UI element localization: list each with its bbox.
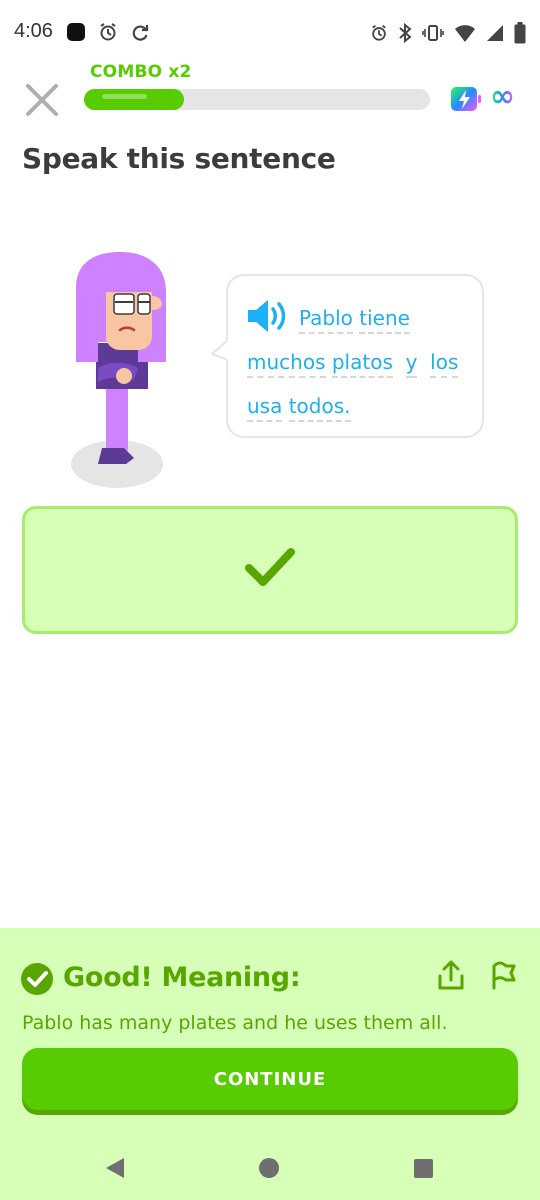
sentence-word[interactable]: los: [430, 350, 459, 378]
app-notification-icon: [66, 22, 86, 46]
sentence-word[interactable]: platos: [331, 350, 393, 378]
sync-icon: [130, 22, 150, 46]
vibrate-icon: [422, 23, 444, 47]
progress-fill: [84, 89, 184, 110]
sentence-word[interactable]: usa: [247, 394, 283, 422]
sentence-text: Pablo tiene muchos platos y los usa todos.: [247, 296, 477, 428]
close-button[interactable]: [24, 82, 60, 118]
status-time: 4:06: [14, 20, 53, 42]
continue-button[interactable]: CONTINUE: [22, 1048, 518, 1110]
progress-shine: [102, 94, 147, 99]
nav-home-button[interactable]: [259, 1158, 279, 1178]
status-left-icons: [66, 22, 150, 46]
sentence-word[interactable]: Pablo: [299, 306, 353, 334]
alarm-icon: [370, 24, 388, 46]
nav-recents-button[interactable]: [414, 1159, 433, 1178]
share-icon[interactable]: [437, 960, 465, 992]
checkmark-icon: [244, 546, 296, 590]
check-circle-icon: [20, 962, 54, 996]
sentence-word[interactable]: y: [405, 350, 418, 378]
continue-button-label: CONTINUE: [213, 1068, 327, 1090]
combo-label: COMBO x2: [90, 62, 192, 82]
bluetooth-icon: [398, 22, 412, 47]
feedback-title: Good! Meaning:: [63, 962, 301, 993]
report-flag-icon[interactable]: [490, 960, 518, 990]
translation-text: Pablo has many plates and he uses them a…: [22, 1012, 448, 1034]
energy-battery-icon[interactable]: [450, 86, 482, 112]
sentence-word[interactable]: tiene: [359, 306, 410, 334]
alarm-icon: [98, 22, 118, 46]
infinity-hearts-label: ∞: [490, 79, 515, 114]
battery-icon: [514, 22, 526, 48]
lily-character-illustration: [68, 248, 198, 493]
nav-back-button[interactable]: [104, 1156, 126, 1180]
speech-bubble-tail: [210, 339, 230, 361]
prompt-title: Speak this sentence: [22, 142, 336, 175]
wifi-icon: [454, 23, 476, 47]
lesson-progress-bar: [84, 89, 430, 110]
signal-icon: [486, 24, 504, 46]
sentence-word[interactable]: muchos: [247, 350, 326, 378]
status-right-icons: [370, 22, 526, 48]
close-icon: [26, 84, 58, 116]
sentence-word[interactable]: todos.: [288, 394, 351, 422]
